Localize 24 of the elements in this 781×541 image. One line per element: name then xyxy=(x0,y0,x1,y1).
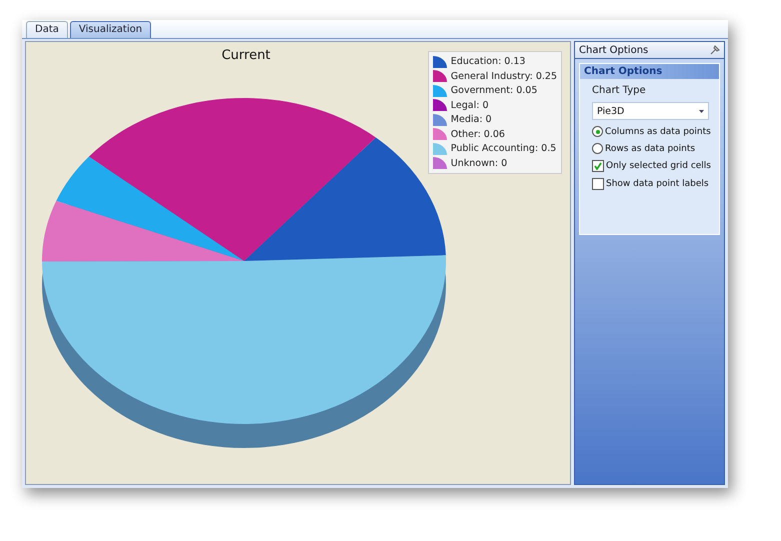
legend-label: Legal: 0 xyxy=(450,98,489,112)
radio-icon[interactable] xyxy=(592,126,603,137)
radio-icon[interactable] xyxy=(592,143,603,154)
legend-label: General Industry: 0.25 xyxy=(450,70,557,83)
caret-icon xyxy=(699,110,704,112)
panel-title: Chart Options xyxy=(579,44,648,56)
legend-label: Public Accounting: 0.5 xyxy=(450,142,556,156)
radio-option[interactable]: Rows as data points xyxy=(592,143,711,154)
tab[interactable]: Visualization xyxy=(70,21,152,38)
checkbox-icon[interactable] xyxy=(592,160,604,172)
pin-icon[interactable] xyxy=(710,45,720,55)
checkbox-option[interactable]: Only selected grid cells xyxy=(592,160,711,172)
legend-label: Government: 0.05 xyxy=(450,84,538,98)
chart-type-label: Chart Type xyxy=(592,85,647,96)
section-title: Chart Options xyxy=(580,64,719,79)
tab[interactable]: Data xyxy=(26,21,68,38)
legend-label: Education: 0.13 xyxy=(450,55,526,68)
radio-option[interactable]: Columns as data points xyxy=(592,126,711,137)
chart-type-dropdown[interactable]: Pie3D xyxy=(592,102,709,120)
legend-label: Unknown: 0 xyxy=(450,156,508,170)
legend-label: Other: 0.06 xyxy=(450,128,505,141)
checkbox-option[interactable]: Show data point labels xyxy=(592,178,711,190)
checkbox-icon[interactable] xyxy=(592,178,604,190)
legend-label: Media: 0 xyxy=(450,113,492,126)
